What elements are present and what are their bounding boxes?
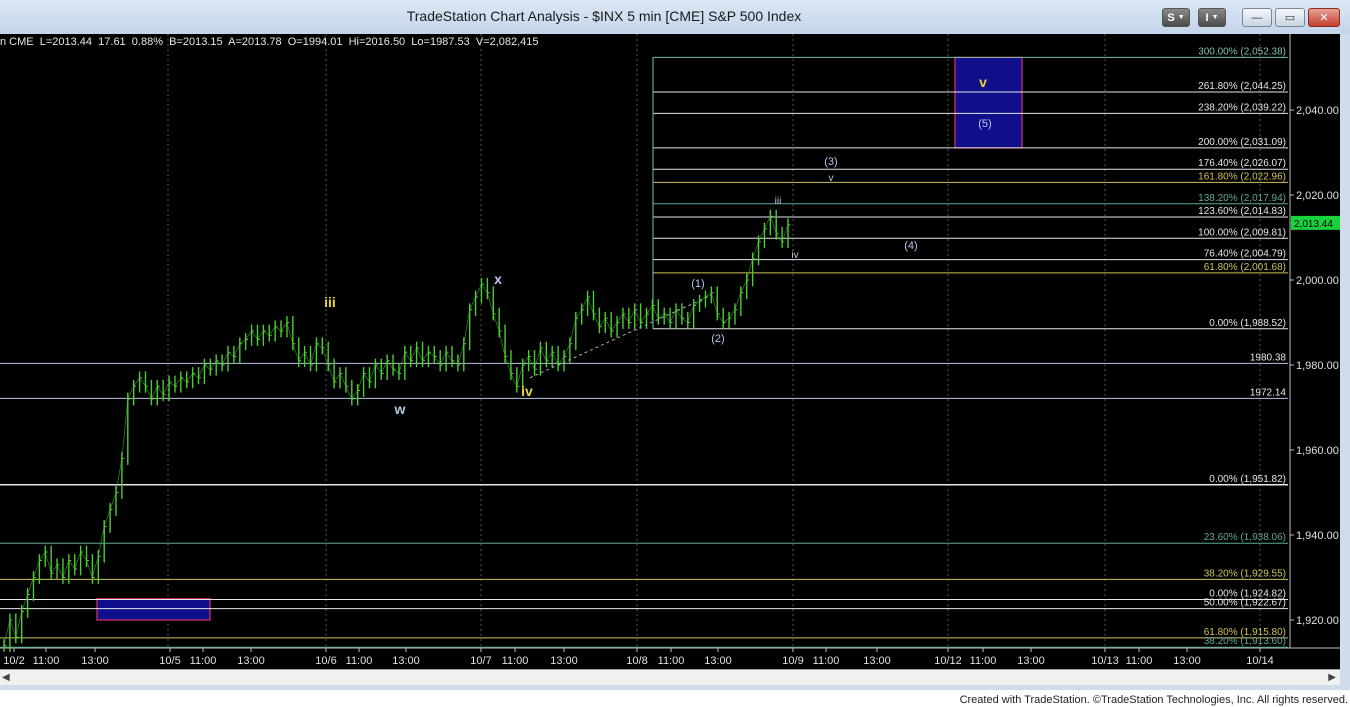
s-menu-label: S <box>1167 11 1175 24</box>
x-tick-label: 13:00 <box>1017 655 1045 667</box>
x-tick-label: 11:00 <box>502 655 529 667</box>
x-tick-label: 13:00 <box>81 655 109 667</box>
last-price-tag-label: 2,013.44 <box>1294 219 1333 230</box>
quote-bar: n CME L=2013.44 17.61 0.88% B=2013.15 A=… <box>0 36 539 48</box>
wave-label: x <box>494 271 502 287</box>
copyright-footer: Created with TradeStation. ©TradeStation… <box>959 694 1348 706</box>
wave-label: (1) <box>691 278 704 290</box>
x-tick-label: 10/5 <box>159 655 180 667</box>
y-tick-label: 1,980.00 <box>1296 360 1339 372</box>
i-menu-label: I <box>1205 11 1209 24</box>
wave-label: (2) <box>711 333 724 345</box>
y-tick-label: 2,000.00 <box>1296 275 1339 287</box>
restore-icon: ▭ <box>1284 12 1296 24</box>
x-tick-label: 11:00 <box>190 655 217 667</box>
chart-canvas[interactable]: 10/2 11:00 13:00 10/5 11:00 13:00 10/6 11:00 13:… <box>0 34 1340 669</box>
dropdown-arrow-icon: ▼ <box>1211 14 1219 21</box>
window-title: TradeStation Chart Analysis - $INX 5 min… <box>406 8 802 24</box>
fib-label: 261.80% (2,044.25) <box>1198 81 1286 92</box>
price-chart[interactable]: 10/2 11:00 13:00 10/5 11:00 13:00 10/6 11:00 13:… <box>0 34 1340 669</box>
price-line <box>3 215 789 646</box>
y-tick-label: 2,040.00 <box>1296 105 1339 117</box>
y-tick-label: 1,920.00 <box>1296 615 1339 627</box>
horizontal-scrollbar[interactable]: ◀ ▶ <box>0 669 1340 685</box>
wave-label: v <box>979 74 987 90</box>
minimize-icon: — <box>1251 11 1263 24</box>
x-tick-label: 13:00 <box>704 655 732 667</box>
x-tick-label: 11:00 <box>346 655 373 667</box>
x-tick-label: 11:00 <box>813 655 840 667</box>
x-tick-label: 13:00 <box>550 655 578 667</box>
close-icon: ✕ <box>1319 12 1329 24</box>
y-tick-label: 1,960.00 <box>1296 445 1339 457</box>
wave-label: iii <box>324 294 336 310</box>
x-tick-label: 13:00 <box>1173 655 1201 667</box>
fib-label: 76.40% (2,004.79) <box>1204 249 1286 260</box>
x-tick-label: 10/6 <box>315 655 336 667</box>
wave-label: (5) <box>978 118 991 130</box>
x-tick-label: 11:00 <box>33 655 60 667</box>
scroll-left-arrow-icon[interactable]: ◀ <box>2 672 10 683</box>
x-tick-label: 13:00 <box>392 655 420 667</box>
x-tick-label: 10/14 <box>1246 655 1274 667</box>
fib-label: 300.00% (2,052.38) <box>1198 46 1286 57</box>
x-tick-label: 10/9 <box>782 655 803 667</box>
x-tick-label: 11:00 <box>970 655 997 667</box>
dropdown-arrow-icon: ▼ <box>1177 14 1185 21</box>
wave-label: w <box>394 401 406 417</box>
support-label: 1972.14 <box>1250 387 1287 398</box>
fib-label: 0.00% (1,951.82) <box>1209 474 1286 485</box>
fib-label: 38.20% (1,913.60) <box>1204 636 1286 647</box>
x-tick-label: 10/12 <box>934 655 962 667</box>
x-tick-label: 10/7 <box>470 655 491 667</box>
minimize-button[interactable]: — <box>1242 8 1272 27</box>
wave-label: iii <box>775 196 782 207</box>
wave-label: iv <box>791 250 798 261</box>
x-tick-label: 10/8 <box>626 655 647 667</box>
wave-label: (3) <box>824 156 837 168</box>
fib-label: 161.80% (2,022.96) <box>1198 171 1286 182</box>
x-tick-label: 10/13 <box>1091 655 1119 667</box>
x-tick-label: 11:00 <box>658 655 685 667</box>
support-label: 1980.38 <box>1250 352 1287 363</box>
s-menu-button[interactable]: S ▼ <box>1162 8 1190 27</box>
fib-label: 138.20% (2,017.94) <box>1198 193 1286 204</box>
fib-label: 50.00% (1,922.67) <box>1204 598 1286 609</box>
x-tick-label: 11:00 <box>1126 655 1153 667</box>
i-menu-button[interactable]: I ▼ <box>1198 8 1226 27</box>
y-tick-label: 1,940.00 <box>1296 530 1339 542</box>
fib-label: 61.80% (2,001.68) <box>1204 262 1286 273</box>
y-tick-label: 2,020.00 <box>1296 190 1339 202</box>
fib-label: 238.20% (2,039.22) <box>1198 102 1286 113</box>
fib-label: 100.00% (2,009.81) <box>1198 227 1286 238</box>
wave-label: v <box>829 173 834 184</box>
wave-label: iv <box>521 383 533 399</box>
fib-label: 0.00% (1,988.52) <box>1209 318 1286 329</box>
fib-label: 23.60% (1,938.06) <box>1204 532 1286 543</box>
window-border <box>1340 34 1350 690</box>
upper-target-box <box>954 56 1023 149</box>
app-window: TradeStation Chart Analysis - $INX 5 min… <box>0 0 1350 690</box>
title-bar[interactable]: TradeStation Chart Analysis - $INX 5 min… <box>0 0 1350 34</box>
x-tick-label: 13:00 <box>237 655 265 667</box>
restore-button[interactable]: ▭ <box>1275 8 1305 27</box>
x-tick-label: 10/2 <box>3 655 24 667</box>
fib-label: 38.20% (1,929.55) <box>1204 568 1286 579</box>
trend-line <box>529 294 713 379</box>
close-button[interactable]: ✕ <box>1308 8 1340 27</box>
wave-label: (4) <box>904 240 917 252</box>
fib-label: 123.60% (2,014.83) <box>1198 206 1286 217</box>
fib-label: 176.40% (2,026.07) <box>1198 158 1286 169</box>
lower-support-box <box>96 598 211 621</box>
scroll-right-arrow-icon[interactable]: ▶ <box>1328 672 1336 683</box>
x-tick-label: 13:00 <box>863 655 891 667</box>
fib-label: 200.00% (2,031.09) <box>1198 137 1286 148</box>
